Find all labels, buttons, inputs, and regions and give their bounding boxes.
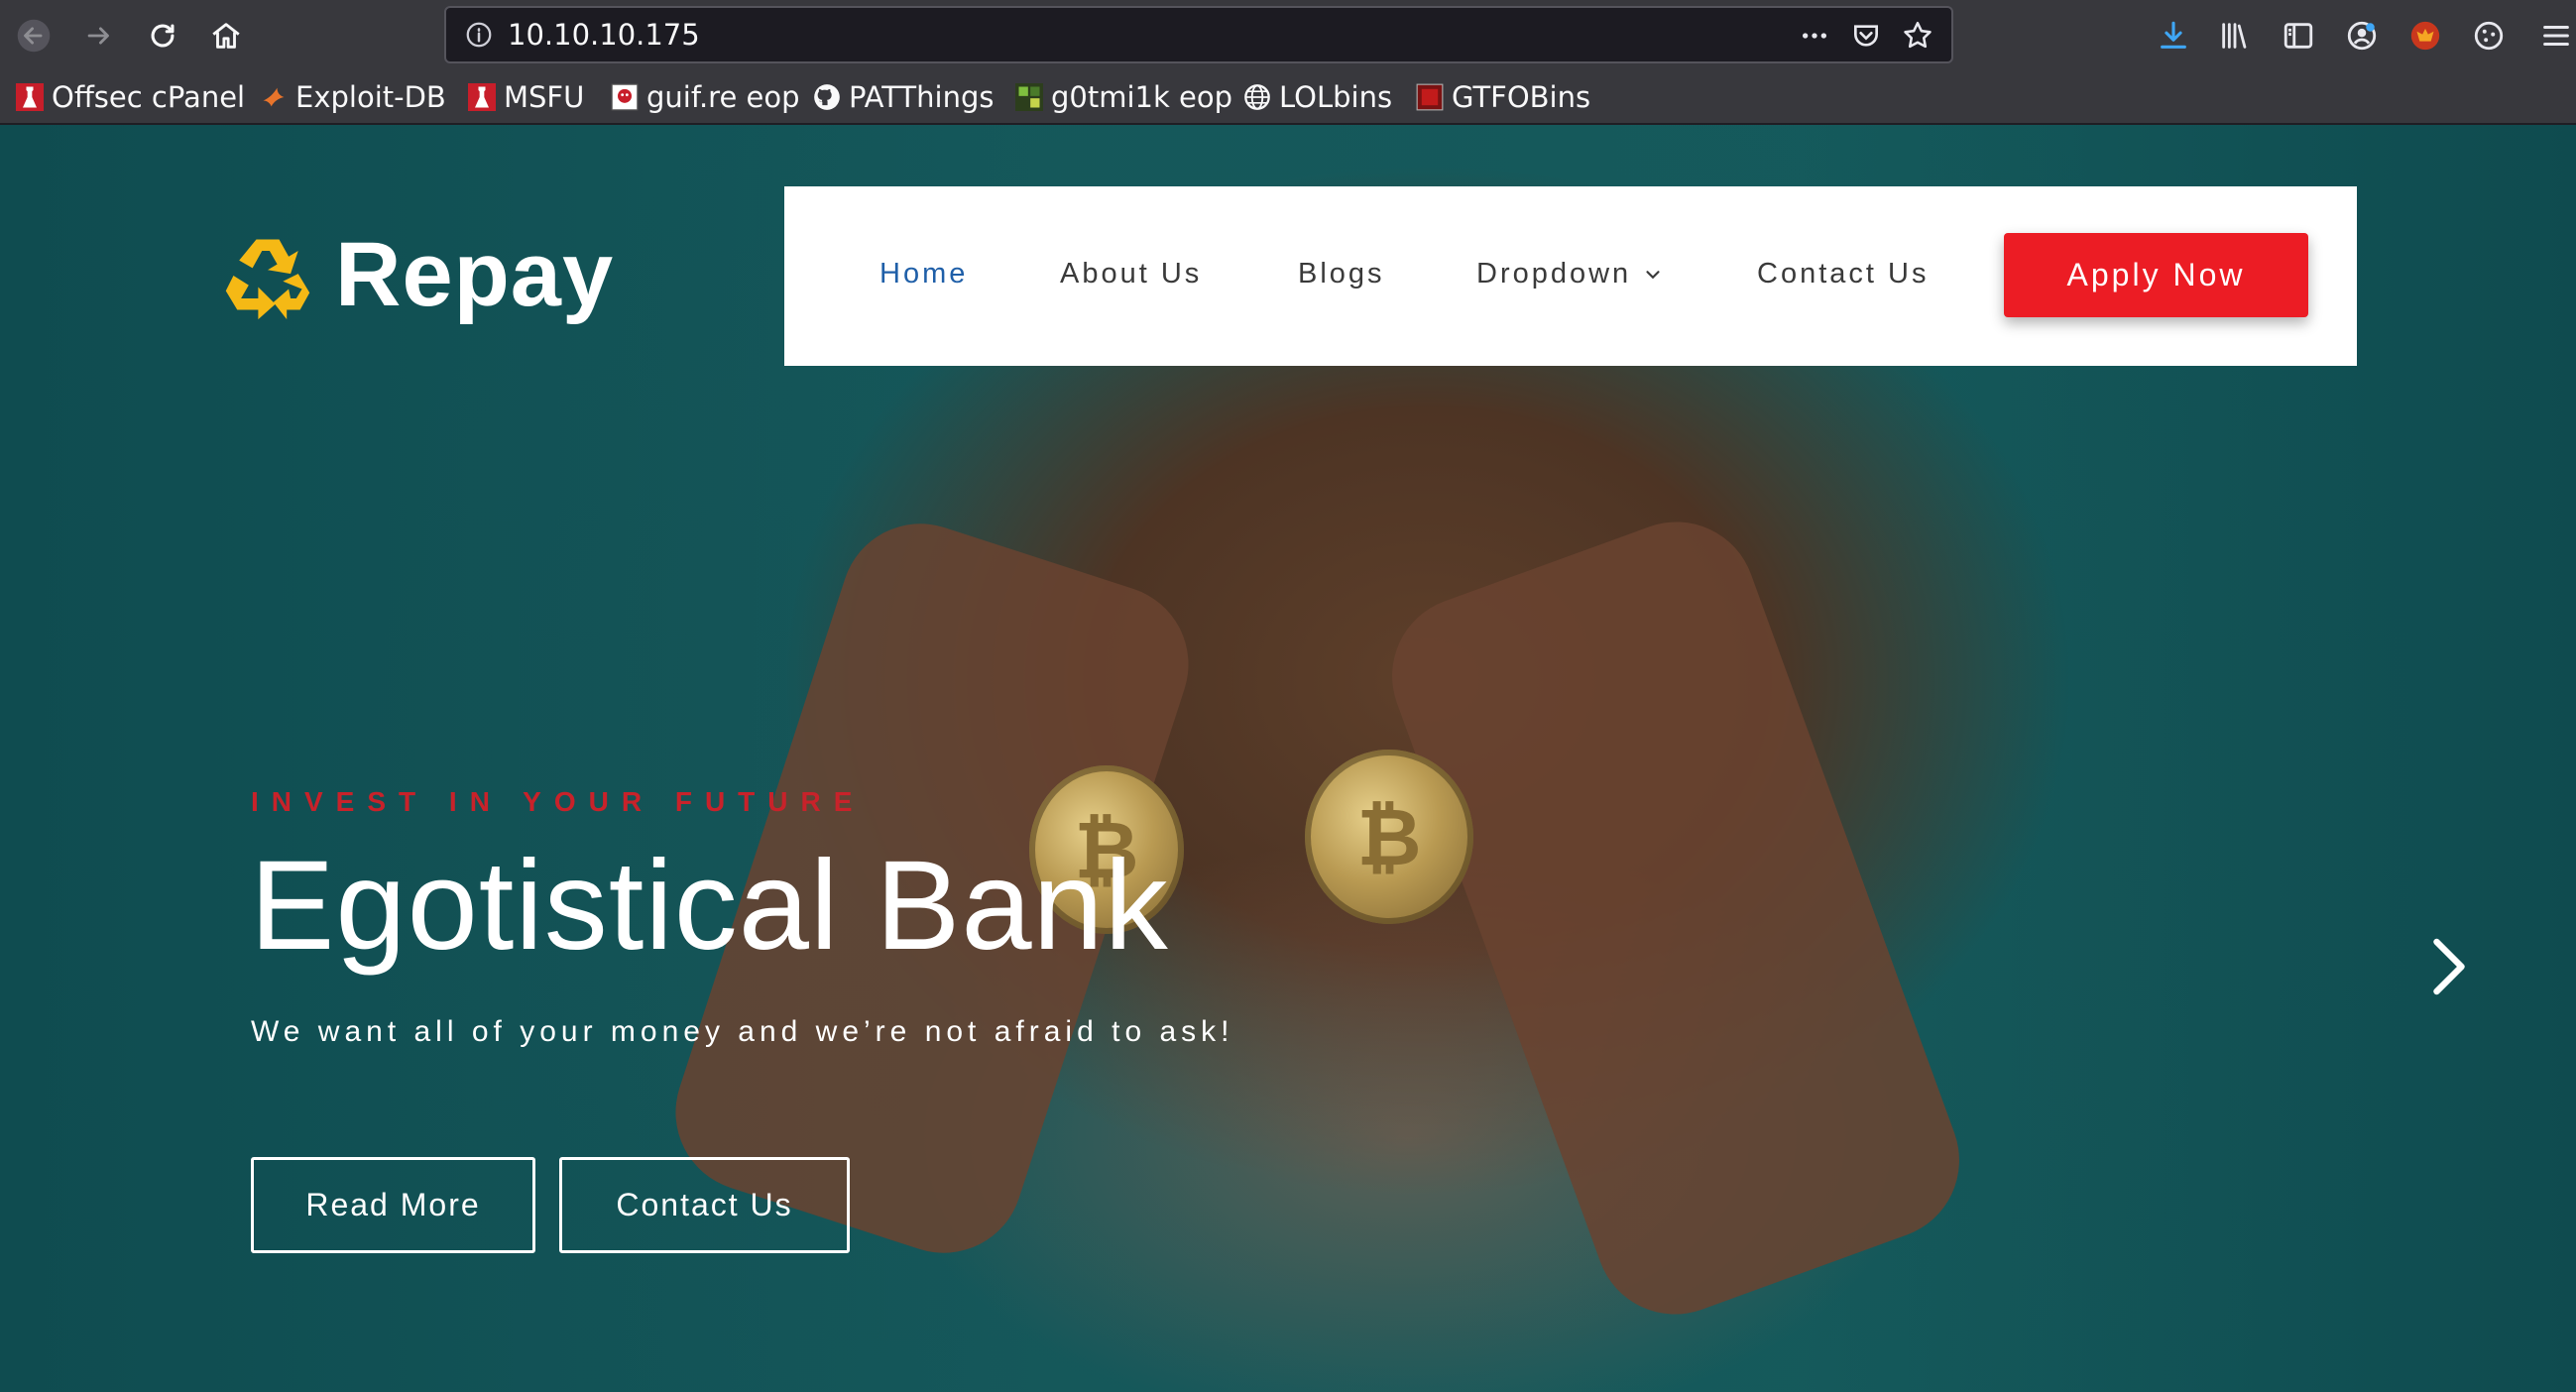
menu-icon[interactable] bbox=[2536, 16, 2576, 56]
sidebar-icon[interactable] bbox=[2279, 16, 2318, 56]
forward-button[interactable] bbox=[73, 10, 125, 61]
forward-arrow-icon bbox=[87, 27, 109, 45]
hero-eyebrow: INVEST IN YOUR FUTURE bbox=[251, 786, 866, 817]
back-arrow-icon bbox=[17, 19, 51, 53]
cookie-icon[interactable] bbox=[2469, 16, 2509, 56]
logo-text: Repay bbox=[335, 224, 615, 325]
bookmark-guifre-eop[interactable]: guif.re eop bbox=[611, 79, 800, 115]
bookmarks-toolbar: Offsec cPanel Exploit-DB MSFU guif.re eo… bbox=[0, 73, 2576, 125]
exploitdb-icon bbox=[260, 83, 288, 111]
github-icon bbox=[813, 83, 841, 111]
offsec-icon bbox=[16, 83, 44, 111]
home-icon bbox=[212, 23, 240, 49]
offsec-icon bbox=[468, 83, 496, 111]
nav-contact-us[interactable]: Contact Us bbox=[1757, 258, 1929, 290]
downloads-icon[interactable] bbox=[2154, 16, 2193, 56]
bookmark-star-icon[interactable] bbox=[1900, 18, 1935, 54]
guifre-icon bbox=[611, 83, 639, 111]
foxyproxy-icon[interactable] bbox=[2405, 16, 2445, 56]
read-more-button[interactable]: Read More bbox=[251, 1157, 535, 1253]
g0tmi1k-icon bbox=[1015, 83, 1043, 111]
bookmark-g0tmi1k-eop[interactable]: g0tmi1k eop bbox=[1015, 79, 1232, 115]
url-text[interactable]: 10.10.10.175 bbox=[508, 18, 700, 52]
browser-toolbar: 10.10.10.175 bbox=[0, 0, 2576, 73]
nav-about-us[interactable]: About Us bbox=[1060, 258, 1202, 290]
site-logo[interactable]: Repay bbox=[220, 223, 614, 327]
nav-blogs[interactable]: Blogs bbox=[1298, 258, 1385, 290]
bookmark-gtfobins[interactable]: GTFOBins bbox=[1416, 79, 1590, 115]
chevron-down-icon bbox=[1646, 271, 1660, 280]
reload-button[interactable] bbox=[137, 10, 188, 61]
home-button[interactable] bbox=[200, 10, 252, 61]
url-bar[interactable]: 10.10.10.175 bbox=[444, 6, 1953, 63]
back-button[interactable] bbox=[8, 10, 59, 61]
hero-section: ₿ ₿ Repay Home About Us Blogs Dropdown C… bbox=[0, 125, 2576, 1392]
recycle-logo-icon bbox=[225, 239, 310, 319]
bookmark-patthings[interactable]: PATThings bbox=[813, 79, 994, 115]
bookmark-msfu[interactable]: MSFU bbox=[468, 79, 584, 115]
site-info-icon[interactable] bbox=[464, 20, 494, 50]
hero-title: Egotistical Bank bbox=[250, 835, 1169, 977]
reload-icon bbox=[151, 24, 175, 48]
globe-icon bbox=[1243, 83, 1271, 111]
hero-subtitle: We want all of your money and we’re not … bbox=[251, 1015, 1234, 1048]
main-nav: Home About Us Blogs Dropdown Contact Us … bbox=[784, 186, 2357, 366]
library-icon[interactable] bbox=[2215, 16, 2255, 56]
bookmark-exploit-db[interactable]: Exploit-DB bbox=[260, 79, 446, 115]
page-actions-icon[interactable] bbox=[1797, 18, 1832, 54]
bookmark-lolbins[interactable]: LOLbins bbox=[1243, 79, 1392, 115]
carousel-next-icon[interactable] bbox=[2419, 932, 2479, 1001]
apply-now-button[interactable]: Apply Now bbox=[2004, 233, 2308, 317]
pocket-icon[interactable] bbox=[1848, 18, 1884, 54]
account-icon[interactable] bbox=[2342, 16, 2382, 56]
nav-dropdown-label: Dropdown bbox=[1476, 258, 1632, 290]
nav-dropdown[interactable]: Dropdown bbox=[1476, 258, 1664, 290]
bitcoin-coin-right-icon: ₿ bbox=[1305, 750, 1473, 924]
contact-us-button[interactable]: Contact Us bbox=[559, 1157, 850, 1253]
nav-home[interactable]: Home bbox=[879, 258, 968, 290]
gtfobins-icon bbox=[1416, 83, 1444, 111]
bookmark-offsec-cpanel[interactable]: Offsec cPanel bbox=[16, 79, 245, 115]
